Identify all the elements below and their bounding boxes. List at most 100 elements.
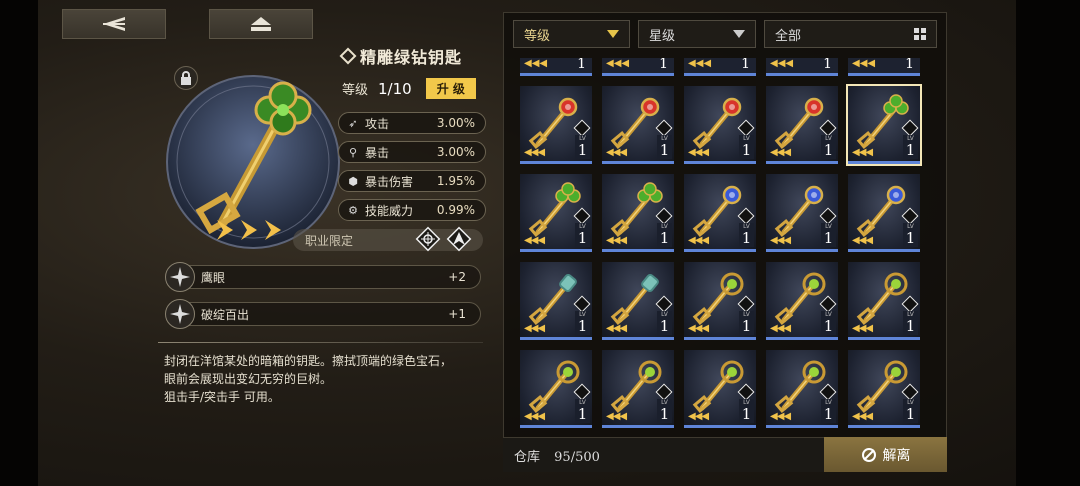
arrow-icon: ➶ bbox=[348, 116, 358, 130]
inventory-slot[interactable]: ◀◀◀ LV 1 bbox=[684, 350, 756, 428]
slot-level: 1 bbox=[577, 317, 588, 335]
slot-level: 1 bbox=[905, 405, 916, 423]
slot-level-tag: LV 1 bbox=[739, 311, 754, 335]
star-icon: ◀◀◀ bbox=[688, 58, 712, 69]
menu-button[interactable] bbox=[209, 9, 313, 39]
inventory-slot-partial[interactable]: ◀◀◀ 1 bbox=[520, 58, 592, 76]
slot-level: 1 bbox=[905, 58, 914, 72]
stat-label: 攻击 bbox=[365, 116, 390, 131]
back-arrow-icon bbox=[103, 17, 125, 31]
skill-value: +1 bbox=[448, 307, 466, 321]
slot-level-tag: LV 1 bbox=[903, 223, 918, 247]
stat-label: 暴击伤害 bbox=[365, 174, 414, 189]
inventory-slot-partial[interactable]: ◀◀◀ 1 bbox=[684, 58, 756, 76]
inventory-slot[interactable]: ◀◀◀ LV 1 bbox=[602, 350, 674, 428]
diamond-icon bbox=[339, 47, 357, 65]
assault-icon[interactable] bbox=[446, 226, 472, 252]
upgrade-button[interactable]: 升 级 bbox=[425, 78, 476, 99]
slot-level-tag: LV 1 bbox=[739, 223, 754, 247]
slot-level: 1 bbox=[823, 58, 832, 72]
dismantle-button[interactable]: 解离 bbox=[824, 437, 947, 472]
slot-level: 1 bbox=[823, 317, 834, 335]
category-filter-label: 全部 bbox=[775, 28, 802, 44]
inventory-slot[interactable]: ◀◀◀ LV 1 bbox=[520, 86, 592, 164]
slot-level: 1 bbox=[659, 405, 670, 423]
inventory-slot[interactable]: ◀◀◀ LV 1 bbox=[684, 262, 756, 340]
skill-badge-icon bbox=[165, 299, 195, 329]
stat-value: 0.99% bbox=[436, 203, 475, 217]
divider bbox=[158, 342, 483, 343]
item-description: 封闭在洋馆某处的暗箱的钥匙。擦拭顶端的绿色宝石， 眼前会展现出变幻无穷的巨树。 … bbox=[164, 352, 484, 406]
slot-level: 1 bbox=[823, 141, 834, 159]
inventory-slot[interactable]: ◀◀◀ LV 1 bbox=[848, 174, 920, 252]
skill-row[interactable]: 破绽百出 +1 bbox=[165, 299, 481, 329]
level-filter-dropdown[interactable]: 等级 bbox=[513, 20, 630, 48]
right-bezel bbox=[1016, 0, 1080, 486]
skill-badge-icon bbox=[165, 262, 195, 292]
inventory-slot[interactable]: ◀◀◀ LV 1 bbox=[602, 262, 674, 340]
star-icon bbox=[217, 220, 233, 240]
slot-level-tag: LV 1 bbox=[739, 399, 754, 423]
star-icon: ◀◀◀ bbox=[688, 235, 709, 246]
inventory-slot[interactable]: ◀◀◀ LV 1 bbox=[766, 86, 838, 164]
item-name: 精雕绿钻钥匙 bbox=[360, 48, 463, 67]
job-restriction-label: 职业限定 bbox=[305, 234, 354, 248]
slot-level: 1 bbox=[659, 229, 670, 247]
gear-icon: ⚙ bbox=[348, 203, 358, 217]
dismantle-icon bbox=[861, 447, 876, 462]
crosshair-icon[interactable] bbox=[415, 226, 441, 252]
level-row: 等级 1/10 升 级 bbox=[342, 78, 476, 99]
slot-level: 1 bbox=[823, 229, 834, 247]
skill-row[interactable]: 鹰眼 +2 bbox=[165, 262, 481, 292]
inventory-slot-partial[interactable]: ◀◀◀ 1 bbox=[766, 58, 838, 76]
inventory-slot[interactable]: ◀◀◀ LV 1 bbox=[520, 262, 592, 340]
star-icon: ◀◀◀ bbox=[606, 58, 630, 69]
star-icon: ◀◀◀ bbox=[852, 411, 873, 422]
star-icon: ◀◀◀ bbox=[524, 58, 548, 69]
stat-row-crit: ⚲ 暴击 3.00% bbox=[338, 141, 486, 163]
slot-level-tag: LV 1 bbox=[657, 399, 672, 423]
inventory-slot[interactable]: ◀◀◀ LV 1 bbox=[766, 262, 838, 340]
item-title: 精雕绿钻钥匙 bbox=[339, 44, 463, 68]
slot-level: 1 bbox=[659, 58, 668, 72]
star-icon: ◀◀◀ bbox=[524, 147, 545, 158]
stat-row-attack: ➶ 攻击 3.00% bbox=[338, 112, 486, 134]
inventory-slot[interactable]: ◀◀◀ LV 1 bbox=[520, 174, 592, 252]
inventory-slot[interactable]: ◀◀◀ LV 1 bbox=[684, 86, 756, 164]
inventory-slot[interactable]: ◀◀◀ LV 1 bbox=[766, 174, 838, 252]
left-bezel bbox=[0, 0, 38, 486]
inventory-slot[interactable]: ◀◀◀ LV 1 bbox=[766, 350, 838, 428]
star-icon: ◀◀◀ bbox=[770, 411, 791, 422]
grid-icon bbox=[914, 28, 926, 40]
inventory-slot-partial[interactable]: ◀◀◀ 1 bbox=[602, 58, 674, 76]
inventory-slot[interactable]: ◀◀◀ LV 1 bbox=[846, 84, 922, 166]
inventory-slot[interactable]: ◀◀◀ LV 1 bbox=[520, 350, 592, 428]
back-button[interactable] bbox=[62, 9, 166, 39]
inventory-slot[interactable]: ◀◀◀ LV 1 bbox=[848, 262, 920, 340]
inventory-slot[interactable]: ◀◀◀ LV 1 bbox=[602, 174, 674, 252]
description-line: 狙击手/突击手 可用。 bbox=[164, 390, 280, 404]
stat-row-crit-damage: ⬢ 暴击伤害 1.95% bbox=[338, 170, 486, 192]
star-filter-dropdown[interactable]: 星级 bbox=[638, 20, 756, 48]
category-filter-button[interactable]: 全部 bbox=[764, 20, 937, 48]
star-icon bbox=[265, 220, 281, 240]
slot-level-tag: LV 1 bbox=[575, 223, 590, 247]
star-filter-label: 星级 bbox=[649, 28, 676, 44]
inventory-slot[interactable]: ◀◀◀ LV 1 bbox=[684, 174, 756, 252]
compass-star-icon bbox=[170, 304, 190, 324]
inventory-slot-partial[interactable]: ◀◀◀ 1 bbox=[848, 58, 920, 76]
star-icon: ◀◀◀ bbox=[606, 411, 627, 422]
slot-level: 1 bbox=[905, 141, 916, 159]
stat-value: 3.00% bbox=[436, 116, 475, 130]
level-filter-label: 等级 bbox=[524, 28, 551, 44]
inventory-slot[interactable]: ◀◀◀ LV 1 bbox=[602, 86, 674, 164]
chevron-down-icon bbox=[607, 30, 619, 38]
star-icon: ◀◀◀ bbox=[606, 147, 627, 158]
description-line: 眼前会展现出变幻无穷的巨树。 bbox=[164, 372, 333, 386]
inventory-slot[interactable]: ◀◀◀ LV 1 bbox=[848, 350, 920, 428]
slot-level-tag: LV 1 bbox=[821, 311, 836, 335]
slot-level: 1 bbox=[577, 141, 588, 159]
slot-level: 1 bbox=[905, 317, 916, 335]
slot-level: 1 bbox=[741, 229, 752, 247]
skill-name: 破绽百出 bbox=[201, 307, 250, 322]
